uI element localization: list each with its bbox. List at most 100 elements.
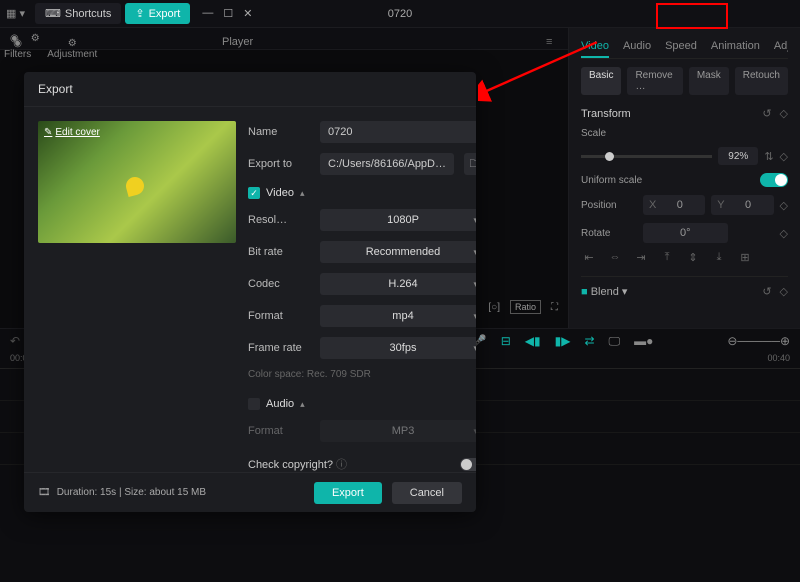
- tab-adjust[interactable]: Adjust: [774, 36, 788, 58]
- monitor-icon[interactable]: 🖵: [609, 334, 621, 349]
- minimize-icon[interactable]: —: [202, 7, 213, 20]
- name-input[interactable]: 0720: [320, 121, 476, 143]
- fullscreen-icon[interactable]: ⛶: [551, 302, 558, 313]
- properties-subtabs: Basic Remove … Mask Retouch: [581, 67, 788, 95]
- caret-down-icon: ▾: [473, 247, 476, 258]
- rotate-label: Rotate: [581, 228, 637, 239]
- align-hcenter-icon[interactable]: ⇔: [607, 251, 623, 264]
- position-label: Position: [581, 200, 637, 211]
- align-bottom-icon[interactable]: ⤓: [711, 251, 727, 264]
- align-buttons: ⇤ ⇔ ⇥ ⤒ ⇕ ⤓ ⊞: [581, 251, 788, 264]
- caret-down-icon: ▾: [473, 215, 476, 226]
- subtab-basic[interactable]: Basic: [581, 67, 621, 95]
- codec-select[interactable]: H.264▾: [320, 273, 476, 295]
- codec-label: Codec: [248, 278, 310, 290]
- format-select[interactable]: mp4▾: [320, 305, 476, 327]
- scale-keyframe-icon[interactable]: ◇: [780, 150, 788, 163]
- bitrate-label: Bit rate: [248, 246, 310, 258]
- blend-keyframe-icon[interactable]: ◇: [780, 285, 788, 298]
- caret-down-icon: ▾: [473, 426, 476, 437]
- caret-down-icon: ▾: [473, 343, 476, 354]
- cancel-button[interactable]: Cancel: [392, 482, 462, 504]
- folder-icon: 🗀: [470, 155, 477, 174]
- cover-thumbnail[interactable]: ✎ Edit cover: [38, 121, 236, 243]
- film-icon: 🎞: [38, 487, 51, 498]
- export-button[interactable]: ⇪ Export: [125, 3, 190, 24]
- scale-stepper-icon[interactable]: ⇅: [764, 150, 773, 163]
- player-label: Player: [222, 36, 253, 48]
- reset-icon[interactable]: ↺: [762, 107, 771, 120]
- tab-audio[interactable]: Audio: [623, 36, 651, 58]
- split-icon[interactable]: ⊟: [501, 334, 511, 349]
- maximize-icon[interactable]: ☐: [223, 7, 233, 20]
- info-icon[interactable]: ⓘ: [333, 459, 347, 471]
- blend-title: Blend: [591, 286, 619, 298]
- copyright-label: Check copyright?: [248, 459, 333, 471]
- position-y-input[interactable]: Y0: [711, 195, 773, 215]
- format-label: Format: [248, 310, 310, 322]
- edit-cover-link[interactable]: ✎ Edit cover: [44, 127, 100, 138]
- scale-value[interactable]: 92%: [718, 147, 758, 165]
- subtab-retouch[interactable]: Retouch: [735, 67, 788, 95]
- align-vcenter-icon[interactable]: ⇕: [685, 251, 701, 264]
- position-x-input[interactable]: X0: [643, 195, 705, 215]
- tab-speed[interactable]: Speed: [665, 36, 697, 58]
- tab-video[interactable]: Video: [581, 36, 609, 58]
- chevron-up-icon: ▴: [300, 188, 305, 199]
- caret-down-icon: ▾: [473, 311, 476, 322]
- duration-size-info: Duration: 15s | Size: about 15 MB: [57, 487, 206, 498]
- copyright-toggle[interactable]: [460, 458, 476, 471]
- transform-title: Transform: [581, 108, 631, 120]
- dialog-title: Export: [24, 72, 476, 107]
- trim-right-icon[interactable]: ▮▶: [555, 334, 571, 349]
- uniform-toggle[interactable]: [760, 173, 788, 187]
- scale-slider[interactable]: [581, 155, 712, 158]
- ratio-button[interactable]: Ratio: [510, 300, 541, 314]
- subtab-remove[interactable]: Remove …: [627, 67, 682, 95]
- video-checkbox[interactable]: ✓: [248, 187, 260, 199]
- zoom-slider-icon[interactable]: ⊖─────⊕: [727, 334, 790, 349]
- audio-checkbox[interactable]: [248, 398, 260, 410]
- ruler-end: 00:40: [767, 353, 790, 368]
- align-right-icon[interactable]: ⇥: [633, 251, 649, 264]
- undo-icon[interactable]: ↶: [10, 334, 20, 348]
- track-icon[interactable]: ▬●: [634, 334, 653, 349]
- uniform-label: Uniform scale: [581, 175, 642, 186]
- chevron-up-icon: ▴: [300, 399, 305, 410]
- upload-icon: ⇪: [135, 7, 144, 20]
- properties-panel: Video Audio Speed Animation Adjust Basic…: [568, 28, 800, 328]
- video-section-toggle[interactable]: ✓ Video ▴: [248, 187, 476, 199]
- resolution-select[interactable]: 1080P▾: [320, 209, 476, 231]
- export-to-input[interactable]: C:/Users/86166/AppD…: [320, 153, 454, 175]
- filters-tool-full[interactable]: ◉Filters: [4, 38, 31, 60]
- player-menu-icon[interactable]: ≡: [546, 36, 552, 48]
- subtab-mask[interactable]: Mask: [689, 67, 729, 95]
- framerate-select[interactable]: 30fps▾: [320, 337, 476, 359]
- audio-format-label: Format: [248, 425, 310, 437]
- colorspace-info: Color space: Rec. 709 SDR: [248, 369, 476, 380]
- blend-reset-icon[interactable]: ↺: [762, 285, 771, 298]
- keyboard-icon: ⌨: [45, 7, 61, 20]
- rotate-input[interactable]: 0°: [643, 223, 728, 243]
- align-left-icon[interactable]: ⇤: [581, 251, 597, 264]
- shortcuts-label: Shortcuts: [65, 8, 111, 20]
- adjustment-tool-full[interactable]: ⚙Adjustment: [47, 38, 97, 60]
- position-keyframe-icon[interactable]: ◇: [780, 199, 788, 212]
- audio-section-toggle[interactable]: Audio ▴: [248, 398, 476, 410]
- export-confirm-button[interactable]: Export: [314, 482, 382, 504]
- shortcuts-button[interactable]: ⌨ Shortcuts: [35, 3, 121, 24]
- browse-folder-button[interactable]: 🗀: [464, 153, 476, 175]
- properties-tabs: Video Audio Speed Animation Adjust: [581, 36, 788, 59]
- bitrate-select[interactable]: Recommended▾: [320, 241, 476, 263]
- align-top-icon[interactable]: ⤒: [659, 251, 675, 264]
- trim-left-icon[interactable]: ◀▮: [525, 334, 541, 349]
- align-distribute-icon[interactable]: ⊞: [737, 251, 753, 264]
- focus-icon[interactable]: [○]: [488, 302, 500, 313]
- rotate-keyframe-icon[interactable]: ◇: [780, 227, 788, 240]
- layout-icon[interactable]: ▦ ▾: [6, 7, 25, 20]
- tab-animation[interactable]: Animation: [711, 36, 760, 58]
- link-icon[interactable]: ⇄: [584, 334, 594, 349]
- close-icon[interactable]: ✕: [243, 7, 252, 20]
- resolution-label: Resol…: [248, 214, 310, 226]
- keyframe-icon[interactable]: ◇: [780, 107, 788, 120]
